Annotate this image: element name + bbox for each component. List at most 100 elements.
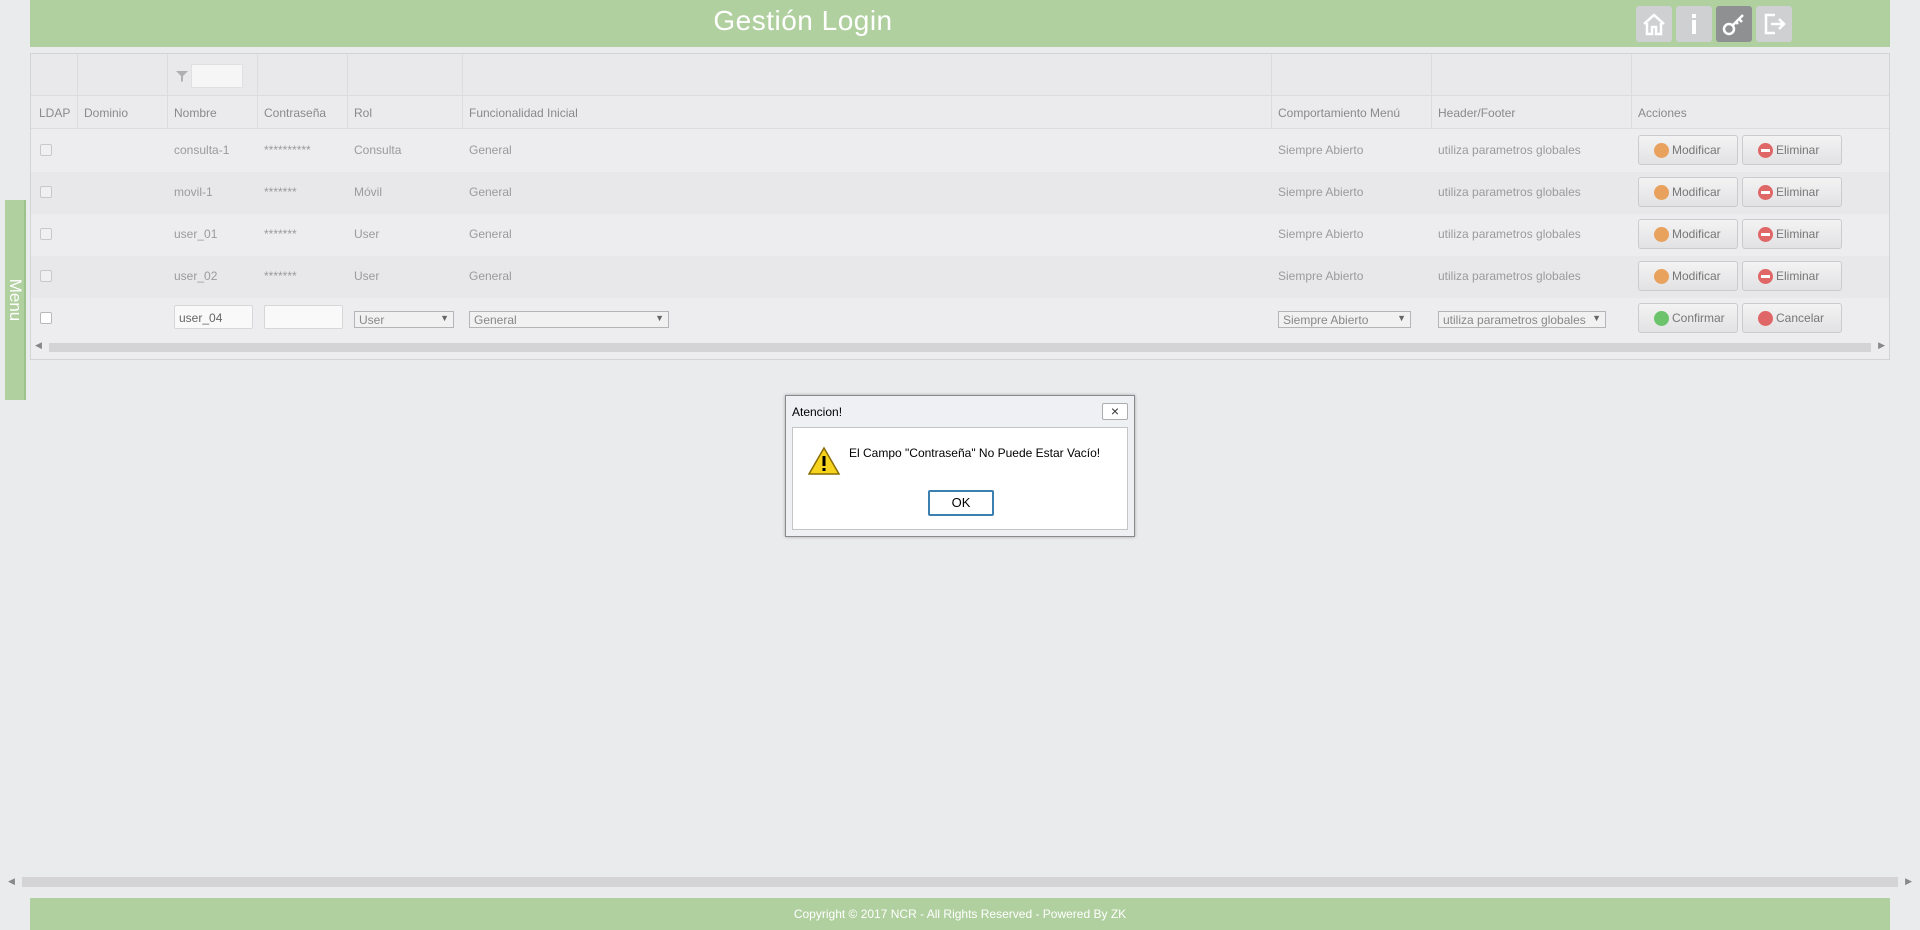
modificar-button[interactable]: Modificar	[1638, 261, 1738, 291]
minus-circle-icon	[1758, 268, 1773, 284]
modificar-label: Modificar	[1672, 269, 1721, 283]
side-menu-tab[interactable]: Menu	[5, 200, 26, 400]
modificar-button[interactable]: Modificar	[1638, 177, 1738, 207]
users-grid: LDAP Dominio Nombre Contraseña Rol Funci…	[30, 53, 1890, 360]
col-header-footer[interactable]: Header/Footer	[1438, 106, 1515, 120]
column-divider	[1271, 54, 1272, 129]
pencil-icon	[1654, 268, 1669, 284]
home-icon	[1643, 13, 1665, 36]
cell-funcionalidad: General	[469, 143, 512, 157]
edit-row: user_04 User ▼ General ▼ Siempre Abierto…	[31, 298, 1889, 340]
cell-rol: User	[354, 269, 380, 283]
nombre-input[interactable]: user_04	[174, 305, 253, 329]
confirmar-label: Confirmar	[1672, 311, 1725, 325]
warning-icon	[807, 446, 841, 475]
column-divider	[257, 54, 258, 129]
cancelar-button[interactable]: Cancelar	[1742, 303, 1842, 333]
eliminar-button[interactable]: Eliminar	[1742, 219, 1842, 249]
password-button[interactable]	[1716, 6, 1752, 42]
cancelar-label: Cancelar	[1776, 311, 1825, 325]
ldap-checkbox[interactable]	[40, 270, 52, 282]
ldap-checkbox[interactable]	[40, 312, 52, 324]
ldap-checkbox[interactable]	[40, 144, 52, 156]
footer-copyright: Copyright © 2017 NCR - All Rights Reserv…	[793, 907, 1127, 921]
scrollbar-thumb[interactable]	[49, 343, 1871, 352]
funcionalidad-select-value: General	[474, 313, 517, 327]
app-header: Gestión Login	[30, 0, 1890, 47]
table-row: consulta-1 ********** Consulta General S…	[31, 130, 1889, 172]
info-button[interactable]	[1676, 6, 1712, 42]
scrollbar-thumb[interactable]	[22, 877, 1898, 887]
cell-comportamiento: Siempre Abierto	[1278, 269, 1364, 283]
home-button[interactable]	[1636, 6, 1672, 42]
ldap-checkbox[interactable]	[40, 186, 52, 198]
col-nombre[interactable]: Nombre	[174, 106, 217, 120]
comportamiento-select-value: Siempre Abierto	[1283, 313, 1369, 327]
modificar-label: Modificar	[1672, 227, 1721, 241]
cell-header-footer: utiliza parametros globales	[1438, 227, 1581, 241]
modificar-button[interactable]: Modificar	[1638, 219, 1738, 249]
cell-nombre: consulta-1	[174, 143, 230, 157]
modificar-button[interactable]: Modificar	[1638, 135, 1738, 165]
eliminar-button[interactable]: Eliminar	[1742, 261, 1842, 291]
grid-horizontal-scrollbar[interactable]: ◀ ▶	[31, 340, 1889, 354]
col-contrasena[interactable]: Contraseña	[264, 106, 326, 120]
dialog-title: Atencion!	[792, 405, 843, 419]
cell-nombre: movil-1	[174, 185, 213, 199]
nombre-filter-input[interactable]	[191, 64, 243, 88]
col-comportamiento[interactable]: Comportamiento Menú	[1278, 106, 1400, 120]
dropdown-arrow-icon: ▼	[1397, 313, 1406, 323]
cell-rol: Móvil	[354, 185, 383, 199]
filter-row	[31, 54, 1889, 96]
eliminar-button[interactable]: Eliminar	[1742, 177, 1842, 207]
footer: Copyright © 2017 NCR - All Rights Reserv…	[30, 898, 1890, 930]
key-icon	[1722, 14, 1744, 36]
side-menu-label: Menu	[5, 278, 25, 322]
logout-button[interactable]	[1756, 6, 1792, 42]
column-divider	[462, 54, 463, 129]
header-row: LDAP Dominio Nombre Contraseña Rol Funci…	[31, 96, 1889, 129]
cell-comportamiento: Siempre Abierto	[1278, 143, 1364, 157]
eliminar-label: Eliminar	[1776, 143, 1820, 157]
ok-button[interactable]: OK	[928, 490, 994, 516]
dialog-close-button[interactable]: ×	[1102, 403, 1128, 420]
column-divider	[77, 54, 78, 129]
cell-comportamiento: Siempre Abierto	[1278, 227, 1364, 241]
contrasena-input[interactable]	[264, 305, 343, 329]
confirmar-button[interactable]: Confirmar	[1638, 303, 1738, 333]
eliminar-label: Eliminar	[1776, 227, 1820, 241]
column-divider	[347, 54, 348, 129]
cell-rol: User	[354, 227, 380, 241]
col-rol[interactable]: Rol	[354, 106, 372, 120]
col-dominio[interactable]: Dominio	[84, 106, 128, 120]
dropdown-arrow-icon: ▼	[1592, 313, 1601, 323]
comportamiento-select[interactable]: Siempre Abierto ▼	[1278, 311, 1411, 328]
header-footer-select[interactable]: utiliza parametros globales ▼	[1438, 311, 1606, 328]
scroll-right-icon[interactable]: ▶	[1905, 876, 1912, 887]
rol-select[interactable]: User ▼	[354, 311, 454, 328]
scroll-left-icon[interactable]: ◀	[35, 340, 42, 351]
cell-header-footer: utiliza parametros globales	[1438, 143, 1581, 157]
eliminar-button[interactable]: Eliminar	[1742, 135, 1842, 165]
col-ldap[interactable]: LDAP	[39, 106, 70, 120]
minus-circle-icon	[1758, 142, 1773, 158]
cell-contrasena: *******	[264, 227, 297, 241]
dialog-message: El Campo "Contraseña" No Puede Estar Vac…	[849, 446, 1101, 460]
cell-funcionalidad: General	[469, 185, 512, 199]
cell-funcionalidad: General	[469, 227, 512, 241]
funcionalidad-select[interactable]: General ▼	[469, 311, 669, 328]
cell-comportamiento: Siempre Abierto	[1278, 185, 1364, 199]
x-circle-icon	[1758, 310, 1773, 326]
info-icon	[1692, 14, 1696, 34]
scroll-left-icon[interactable]: ◀	[8, 876, 15, 887]
alert-dialog: Atencion! × El Campo "Contraseña" No Pue…	[785, 395, 1135, 537]
ldap-checkbox[interactable]	[40, 228, 52, 240]
eliminar-label: Eliminar	[1776, 185, 1820, 199]
minus-circle-icon	[1758, 226, 1773, 242]
dropdown-arrow-icon: ▼	[440, 313, 449, 323]
pencil-icon	[1654, 142, 1669, 158]
cell-rol: Consulta	[354, 143, 402, 157]
col-funcionalidad[interactable]: Funcionalidad Inicial	[469, 106, 578, 120]
scroll-right-icon[interactable]: ▶	[1878, 340, 1885, 351]
page-horizontal-scrollbar[interactable]: ◀ ▶	[8, 876, 1912, 888]
